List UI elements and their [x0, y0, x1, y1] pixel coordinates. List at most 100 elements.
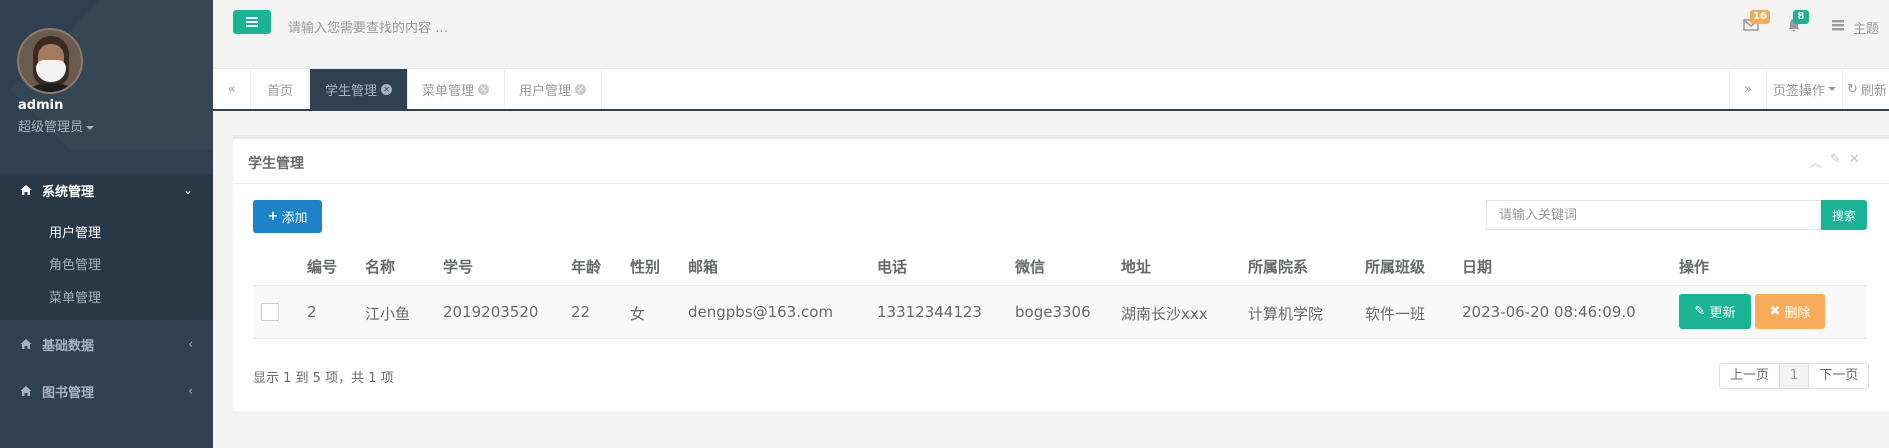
menu-books[interactable]: 图书管理 ‹ — [0, 371, 213, 411]
cell-age: 22 — [571, 303, 591, 321]
tab-label: 菜单管理 — [422, 83, 475, 99]
home-icon — [20, 338, 32, 350]
col-header-department: 所属院系 — [1248, 258, 1309, 276]
pagination-summary: 显示 1 到 5 项，共 1 项 — [253, 371, 394, 386]
col-header-actions: 操作 — [1679, 258, 1710, 276]
submenu-user[interactable]: 用户管理 — [49, 222, 101, 241]
close-icon[interactable]: ✕ — [1849, 152, 1860, 171]
close-tab-icon[interactable]: ✕ — [575, 83, 587, 95]
panel-divider — [233, 183, 1889, 184]
tab-menu-management[interactable]: 菜单管理 ✕ — [407, 69, 506, 109]
col-header-date: 日期 — [1462, 258, 1493, 276]
collapse-icon[interactable]: ︿ — [1809, 152, 1822, 171]
tasks-icon — [1832, 20, 1844, 31]
avatar[interactable] — [17, 28, 83, 94]
cell-address: 湖南长沙xxx — [1121, 305, 1208, 323]
col-header-gender: 性别 — [630, 258, 661, 276]
submenu-role[interactable]: 角色管理 — [49, 254, 101, 273]
tab-home[interactable]: 首页 — [252, 69, 310, 109]
hamburger-icon — [246, 21, 258, 23]
panel-title: 学生管理 — [248, 156, 304, 172]
top-search-input[interactable]: 请输入您需要查找的内容 … — [288, 17, 448, 36]
cell-id: 2 — [307, 303, 317, 321]
close-tab-icon[interactable]: ✕ — [381, 83, 393, 95]
tab-operations-dropdown[interactable]: 页签操作 — [1767, 69, 1843, 109]
add-button[interactable]: + 添加 — [253, 200, 322, 233]
cell-gender: 女 — [630, 305, 646, 323]
tab-ops-label: 页签操作 — [1772, 83, 1825, 99]
col-header-id: 编号 — [307, 258, 338, 276]
cell-student-no: 2019203520 — [443, 303, 539, 321]
panel-tools: ︿ ✎ ✕ — [1809, 152, 1889, 171]
home-icon — [20, 184, 32, 196]
role-label: 超级管理员 — [18, 120, 84, 135]
row-checkbox[interactable] — [261, 303, 279, 321]
chevron-down-icon: ⌄ — [182, 183, 193, 197]
col-header-email: 邮箱 — [688, 258, 719, 276]
home-icon — [20, 385, 32, 397]
keyword-input[interactable] — [1486, 200, 1821, 230]
submenu-menu[interactable]: 菜单管理 — [49, 287, 101, 306]
student-panel: 学生管理 ︿ ✎ ✕ +添加 搜索 编号 名称 学号 年龄 性别 邮箱 电话 微… — [233, 135, 1889, 411]
refresh-button[interactable]: ↻ 刷新 — [1843, 69, 1889, 109]
next-page-button[interactable]: 下一页 — [1809, 364, 1869, 388]
menu-system-label: 系统管理 — [42, 184, 95, 200]
col-header-age: 年龄 — [571, 258, 602, 276]
chevron-left-icon: ‹ — [188, 337, 193, 351]
col-header-class: 所属班级 — [1365, 258, 1426, 276]
notification-button[interactable]: 8 — [1786, 10, 1809, 32]
caret-down-icon — [86, 125, 95, 130]
col-header-student-no: 学号 — [443, 258, 474, 276]
tab-home-label: 首页 — [267, 83, 294, 99]
col-header-phone: 电话 — [877, 258, 908, 276]
theme-icon-wrap[interactable] — [1830, 18, 1846, 32]
menu-base-data-label: 基础数据 — [42, 338, 95, 354]
close-tab-icon[interactable]: ✕ — [478, 83, 490, 95]
times-icon: ✖ — [1769, 304, 1781, 319]
top-navbar: 请输入您需要查找的内容 … 16 8 主题 — [213, 0, 1889, 69]
add-label: 添加 — [281, 211, 308, 226]
mail-button[interactable]: 16 — [1743, 10, 1770, 32]
plus-icon: + — [267, 209, 279, 224]
tab-student-management[interactable]: 学生管理 ✕ — [310, 69, 409, 109]
tabs-scroll-left-button[interactable]: « — [213, 69, 251, 109]
mail-count-badge: 16 — [1750, 10, 1770, 24]
refresh-label: 刷新 — [1860, 83, 1887, 99]
col-header-address: 地址 — [1121, 258, 1152, 276]
tab-label: 用户管理 — [519, 83, 572, 99]
update-button[interactable]: ✎ 更新 — [1679, 294, 1751, 329]
cell-class: 软件一班 — [1365, 305, 1426, 323]
prev-page-button[interactable]: 上一页 — [1720, 364, 1781, 388]
cell-phone: 13312344123 — [877, 303, 982, 321]
update-label: 更新 — [1709, 306, 1736, 321]
menu-system[interactable]: 系统管理 ⌄ — [0, 170, 213, 210]
page-1-button[interactable]: 1 — [1780, 364, 1810, 388]
pagination: 上一页 1 下一页 — [1719, 363, 1870, 389]
chevron-left-icon: ‹ — [188, 384, 193, 398]
tabs-scroll-right-button[interactable]: » — [1729, 69, 1767, 109]
menu-toggle-button[interactable] — [233, 10, 271, 34]
refresh-icon: ↻ — [1847, 81, 1858, 97]
cell-name: 江小鱼 — [365, 305, 411, 323]
role-dropdown[interactable]: 超级管理员 — [18, 116, 95, 135]
delete-button[interactable]: ✖ 删除 — [1755, 294, 1825, 329]
col-header-name: 名称 — [365, 258, 396, 276]
sidebar: admin 超级管理员 系统管理 ⌄ 用户管理 角色管理 菜单管理 基础数据 ‹… — [0, 0, 213, 448]
menu-books-label: 图书管理 — [42, 385, 95, 401]
bell-count-badge: 8 — [1793, 10, 1809, 24]
col-header-wechat: 微信 — [1015, 258, 1046, 276]
wrench-icon[interactable]: ✎ — [1830, 152, 1841, 171]
page-tabs-bar: « 首页 学生管理 ✕ 菜单管理 ✕ 用户管理 ✕ » 页签操作 ↻ 刷新 — [213, 69, 1889, 111]
cell-email: dengpbs@163.com — [688, 303, 834, 321]
edit-icon: ✎ — [1694, 304, 1706, 319]
cell-date: 2023-06-20 08:46:09.0 — [1462, 303, 1636, 321]
tab-user-management[interactable]: 用户管理 ✕ — [504, 69, 603, 109]
cell-department: 计算机学院 — [1248, 305, 1324, 323]
double-left-icon: « — [227, 81, 236, 97]
theme-button[interactable]: 主题 — [1853, 18, 1879, 37]
cell-wechat: boge3306 — [1015, 303, 1091, 321]
tab-label: 学生管理 — [325, 83, 378, 99]
caret-down-icon — [1828, 87, 1836, 91]
menu-base-data[interactable]: 基础数据 ‹ — [0, 324, 213, 364]
search-button[interactable]: 搜索 — [1821, 200, 1867, 230]
